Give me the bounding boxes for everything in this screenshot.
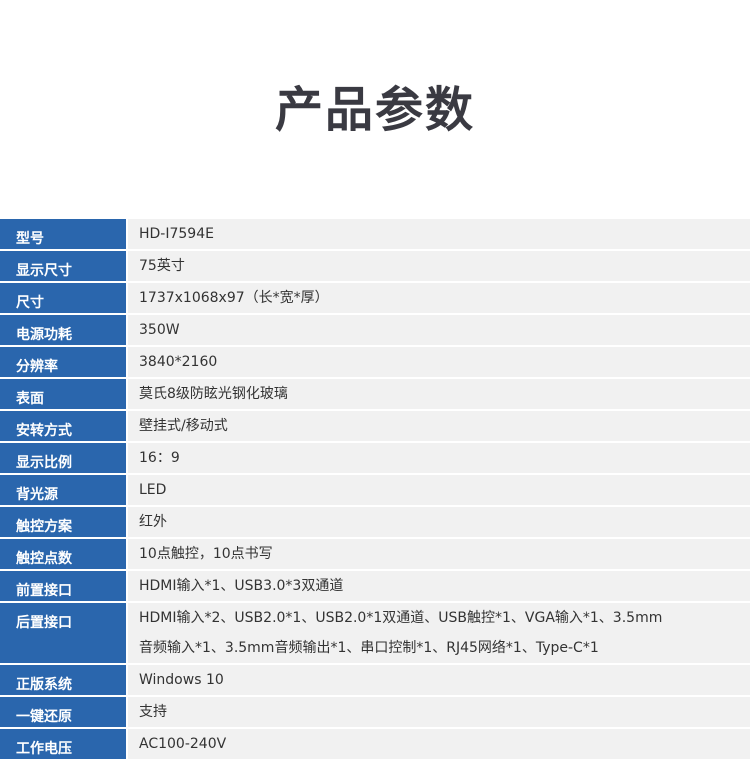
spec-row-surface: 表面 莫氏8级防眩光钢化玻璃 [0,379,750,411]
spec-value-line: 莫氏8级防眩光钢化玻璃 [139,386,288,402]
spec-value: LED [128,475,750,505]
spec-value-line: 音频输入*1、3.5mm音频输出*1、串口控制*1、RJ45网络*1、Type-… [139,640,599,656]
spec-label: 电源功耗 [0,315,128,345]
spec-label: 背光源 [0,475,128,505]
spec-label: 正版系统 [0,665,128,695]
spec-value-line: 红外 [139,514,167,530]
spec-value-line: 16：9 [139,450,180,466]
spec-label: 安转方式 [0,411,128,441]
spec-row-display-size: 显示尺寸 75英寸 [0,251,750,283]
spec-value: 壁挂式/移动式 [128,411,750,441]
spec-label: 工作电压 [0,729,128,759]
spec-label: 显示比例 [0,443,128,473]
spec-label: 尺寸 [0,283,128,313]
spec-value: 3840*2160 [128,347,750,377]
spec-label: 前置接口 [0,571,128,601]
spec-row-backlight: 背光源 LED [0,475,750,507]
spec-value: 350W [128,315,750,345]
spec-row-aspect-ratio: 显示比例 16：9 [0,443,750,475]
spec-value-line: 75英寸 [139,258,185,274]
spec-value-line: 壁挂式/移动式 [139,418,228,434]
spec-row-os: 正版系统 Windows 10 [0,665,750,697]
spec-value: Windows 10 [128,665,750,695]
spec-label: 型号 [0,219,128,249]
spec-row-power: 电源功耗 350W [0,315,750,347]
spec-label: 后置接口 [0,603,128,663]
spec-value: AC100-240V [128,729,750,759]
spec-value: 75英寸 [128,251,750,281]
page-title: 产品参数 [274,82,475,138]
spec-label: 触控点数 [0,539,128,569]
spec-row-front-ports: 前置接口 HDMI输入*1、USB3.0*3双通道 [0,571,750,603]
spec-row-dimensions: 尺寸 1737x1068x97（长*宽*厚） [0,283,750,315]
spec-value-line: Windows 10 [139,672,224,688]
spec-value-line: 350W [139,322,180,338]
spec-value: HD-I7594E [128,219,750,249]
spec-value: 1737x1068x97（长*宽*厚） [128,283,750,313]
spec-value-line: 支持 [139,704,167,720]
spec-value: 莫氏8级防眩光钢化玻璃 [128,379,750,409]
spec-row-one-key-restore: 一键还原 支持 [0,697,750,729]
spec-row-touch-tech: 触控方案 红外 [0,507,750,539]
spec-value: 16：9 [128,443,750,473]
spec-row-rear-ports: 后置接口 HDMI输入*2、USB2.0*1、USB2.0*1双通道、USB触控… [0,603,750,665]
spec-label: 分辨率 [0,347,128,377]
spec-table: 型号 HD-I7594E 显示尺寸 75英寸 尺寸 1737x1068x97（长… [0,219,750,759]
spec-value: HDMI输入*1、USB3.0*3双通道 [128,571,750,601]
spec-row-mounting: 安转方式 壁挂式/移动式 [0,411,750,443]
spec-value-line: 3840*2160 [139,354,218,370]
spec-label: 显示尺寸 [0,251,128,281]
spec-value-line: HDMI输入*2、USB2.0*1、USB2.0*1双通道、USB触控*1、VG… [139,610,663,626]
spec-label: 一键还原 [0,697,128,727]
spec-value: 10点触控，10点书写 [128,539,750,569]
spec-row-voltage: 工作电压 AC100-240V [0,729,750,759]
spec-value: 支持 [128,697,750,727]
spec-row-touch-points: 触控点数 10点触控，10点书写 [0,539,750,571]
spec-value: HDMI输入*2、USB2.0*1、USB2.0*1双通道、USB触控*1、VG… [128,603,750,663]
spec-row-resolution: 分辨率 3840*2160 [0,347,750,379]
spec-value-line: 1737x1068x97（长*宽*厚） [139,290,329,306]
spec-value-line: LED [139,482,167,498]
spec-value-line: 10点触控，10点书写 [139,546,273,562]
spec-value-line: HD-I7594E [139,226,214,242]
spec-row-model: 型号 HD-I7594E [0,219,750,251]
spec-value: 红外 [128,507,750,537]
spec-label: 触控方案 [0,507,128,537]
spec-value-line: AC100-240V [139,736,227,752]
spec-label: 表面 [0,379,128,409]
spec-value-line: HDMI输入*1、USB3.0*3双通道 [139,578,344,594]
